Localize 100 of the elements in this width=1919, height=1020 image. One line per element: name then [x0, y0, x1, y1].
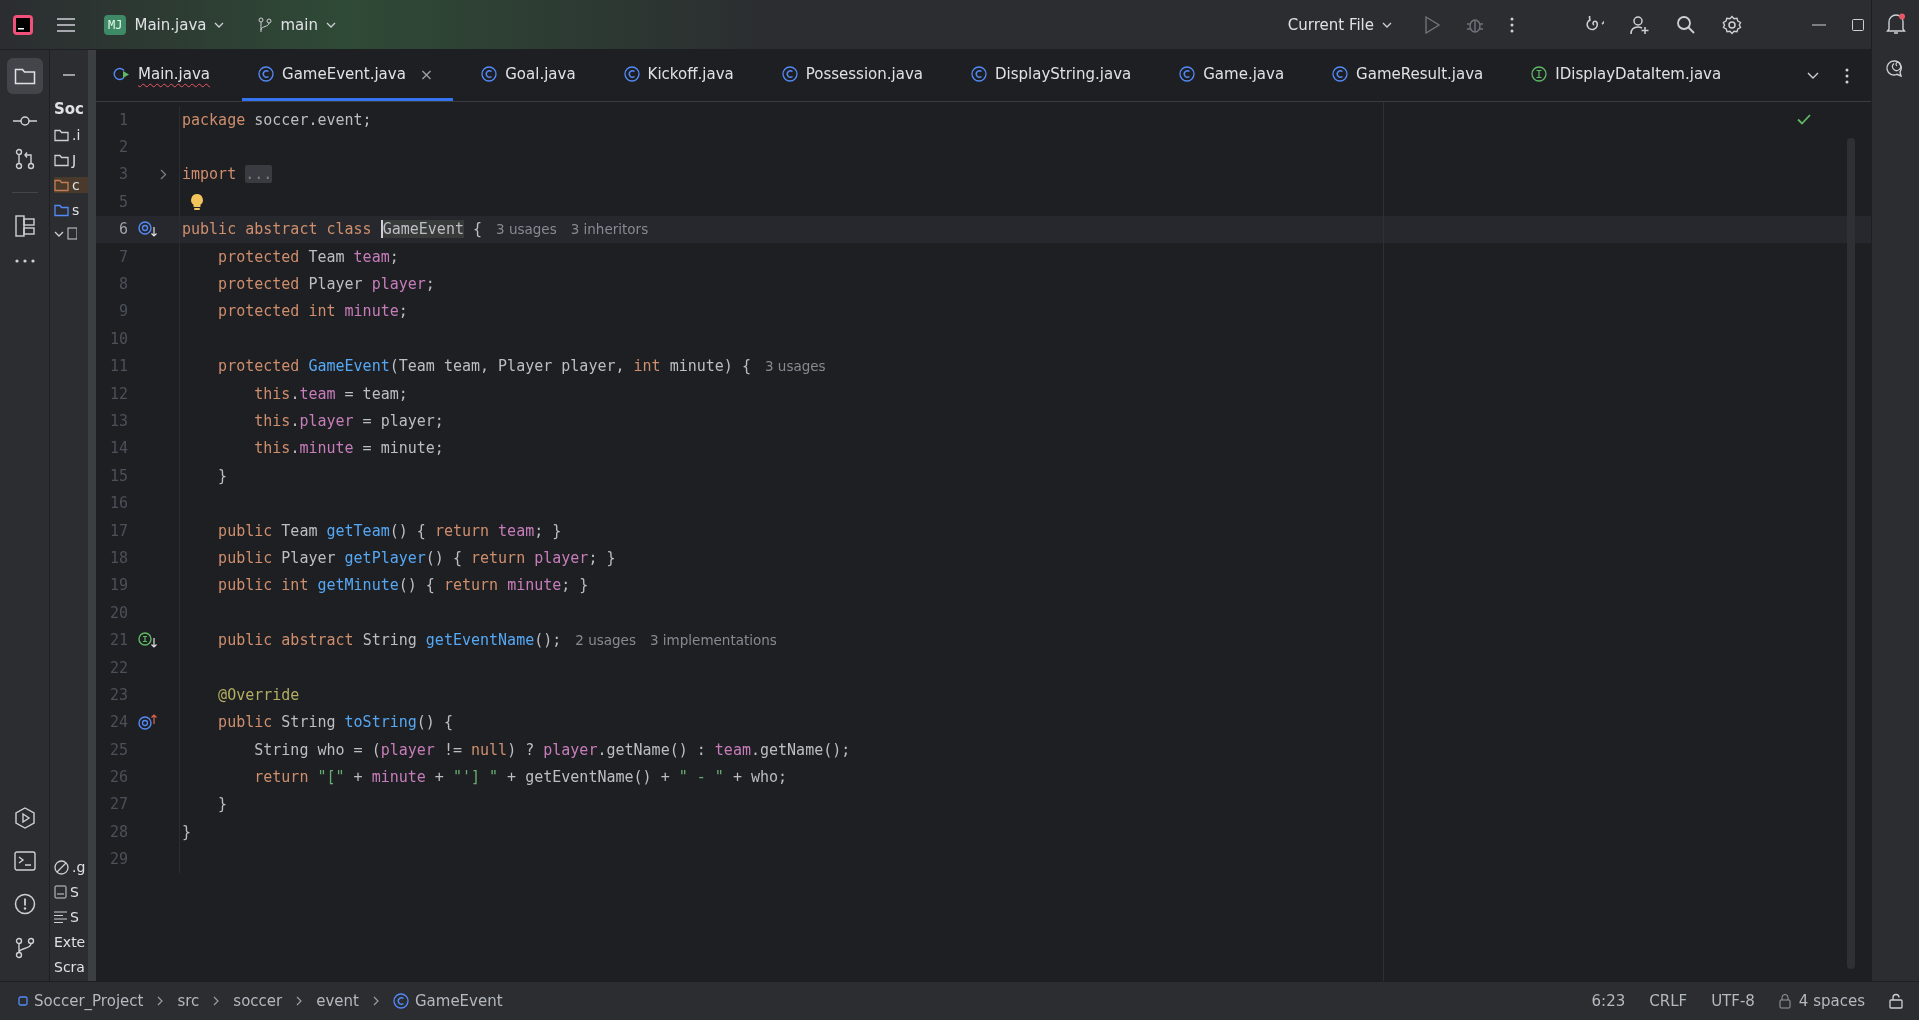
chevron-down-icon[interactable] [1807, 72, 1819, 79]
class-icon [970, 66, 987, 82]
class-icon [781, 66, 798, 82]
chevron-right-icon [372, 996, 379, 1006]
breadcrumb[interactable]: event [316, 992, 359, 1010]
minimize-icon[interactable] [1812, 23, 1826, 26]
more-icon[interactable] [1510, 16, 1514, 33]
bell-icon[interactable] [1885, 13, 1906, 35]
project-tree-item[interactable]: .g [54, 859, 88, 875]
more-icon[interactable] [14, 259, 35, 263]
usage-hint[interactable]: 2 usages [575, 632, 636, 649]
editor-tab[interactable]: Kickoff.java [607, 50, 754, 101]
editor-tab[interactable]: DisplayString.java [954, 50, 1152, 101]
project-tree-item[interactable]: s [54, 202, 88, 218]
project-badge: MJ [104, 14, 127, 35]
indent-setting[interactable]: 4 spaces [1778, 992, 1865, 1010]
project-tool-button[interactable] [6, 58, 43, 94]
editor-tab[interactable]: Game.java [1163, 50, 1305, 101]
file-icon [54, 885, 67, 899]
code-line: protected Team team; [217, 247, 399, 266]
line-number: 6 [117, 220, 128, 239]
usage-hint[interactable]: 3 inheritors [570, 221, 649, 238]
terminal-icon[interactable] [13, 851, 36, 871]
code-line: this.player = player; [253, 412, 444, 430]
code-line: protected GameEvent(Team team, Player player, int minute) { [217, 357, 751, 376]
class-icon [392, 993, 409, 1009]
code-line: } [182, 822, 192, 841]
chevron-right-icon [213, 996, 220, 1006]
code-line: public Team getTeam() { return team; } [217, 521, 562, 540]
editor-tab[interactable]: IDisplayDataItem.java [1515, 50, 1742, 101]
code-line: protected int minute; [217, 302, 408, 321]
editor-tab[interactable]: Goal.java [465, 50, 596, 101]
overridden-marker-icon[interactable] [138, 221, 158, 238]
chevron-down-icon [54, 230, 64, 237]
add-user-icon[interactable] [1630, 14, 1650, 35]
chevron-down-icon [325, 21, 336, 28]
chevron-right-icon [296, 996, 303, 1006]
project-tree-item[interactable]: .i [54, 127, 88, 143]
editor-tab[interactable]: GameEvent.java × [242, 50, 454, 101]
lock-icon[interactable] [1889, 993, 1903, 1009]
more-icon[interactable] [1845, 67, 1849, 84]
branch-icon [258, 16, 273, 33]
code-line: public abstract String getEventName(); [217, 631, 562, 650]
run-configuration-selector[interactable]: Current File [1281, 11, 1398, 38]
chevron-right-icon [157, 996, 164, 1006]
module-icon [67, 227, 77, 240]
chevron-right-icon[interactable] [160, 168, 167, 180]
code-line: } [217, 466, 228, 485]
project-root-label[interactable]: Soc [54, 100, 88, 118]
structure-icon[interactable] [14, 215, 35, 237]
file-encoding[interactable]: UTF-8 [1711, 992, 1755, 1010]
implemented-marker-icon[interactable] [138, 632, 158, 649]
commit-icon[interactable] [12, 116, 37, 126]
breadcrumb[interactable]: GameEvent [392, 992, 503, 1010]
git-branch-icon[interactable] [14, 937, 35, 959]
module-icon [18, 996, 28, 1006]
usage-hint[interactable]: 3 usages [496, 221, 557, 238]
lightbulb-icon[interactable] [190, 192, 204, 211]
breadcrumb[interactable]: src [177, 992, 200, 1010]
editor-tab[interactable]: Main.java [96, 50, 230, 101]
folder-icon [54, 178, 69, 192]
code-line: package soccer.event; [182, 110, 372, 129]
checkmark-icon[interactable] [1797, 114, 1811, 125]
project-tree-item[interactable]: J [54, 152, 88, 168]
editor-tab[interactable]: GameResult.java [1316, 50, 1504, 101]
pull-request-icon[interactable] [14, 148, 35, 170]
maximize-icon[interactable] [1852, 18, 1864, 31]
project-tree-item[interactable]: S [54, 909, 88, 925]
menu-icon[interactable] [56, 16, 76, 33]
problems-icon[interactable] [13, 893, 36, 915]
usage-hint[interactable]: 3 implementations [649, 632, 777, 649]
code-line: return "[" + minute + "'] " + getEventName() + " - " + who; [253, 768, 788, 787]
usage-hint[interactable]: 3 usages [764, 358, 826, 375]
class-icon [1179, 66, 1196, 82]
close-tab-button[interactable]: × [419, 64, 434, 84]
line-separator[interactable]: CRLF [1649, 992, 1688, 1010]
breadcrumb[interactable]: Soccer_Project [18, 992, 144, 1010]
code-line: public Player getPlayer() { return player; } [217, 548, 616, 567]
overrides-marker-icon[interactable] [138, 714, 158, 731]
breadcrumb[interactable]: soccer [233, 992, 283, 1010]
code-line: this.minute = minute; [253, 439, 444, 458]
caret-position[interactable]: 6:23 [1591, 992, 1626, 1010]
project-tree-item[interactable]: S [54, 884, 88, 900]
project-tree-item[interactable]: Exte [54, 934, 88, 950]
code-line: @Override [217, 685, 300, 704]
class-icon [258, 66, 274, 82]
settings-icon[interactable] [1722, 14, 1742, 35]
project-selector[interactable]: MJ Main.java [98, 10, 231, 39]
search-icon[interactable] [1676, 14, 1696, 35]
code-line: this.team = team; [253, 384, 408, 403]
branch-selector[interactable]: main [252, 11, 342, 38]
class-icon [1332, 66, 1349, 82]
app-logo-icon[interactable] [12, 13, 34, 36]
project-tree-item[interactable]: Scra [54, 959, 88, 975]
editor-tab[interactable]: Possession.java [765, 50, 943, 101]
runnable-class-icon [112, 66, 130, 82]
code-line: String who = (player != null) ? player.getName() : team.getName(); [253, 740, 851, 759]
project-tree-item[interactable]: c [54, 177, 88, 193]
code-line: public int getMinute() { return minute; } [217, 576, 589, 595]
folder-icon [54, 153, 69, 167]
